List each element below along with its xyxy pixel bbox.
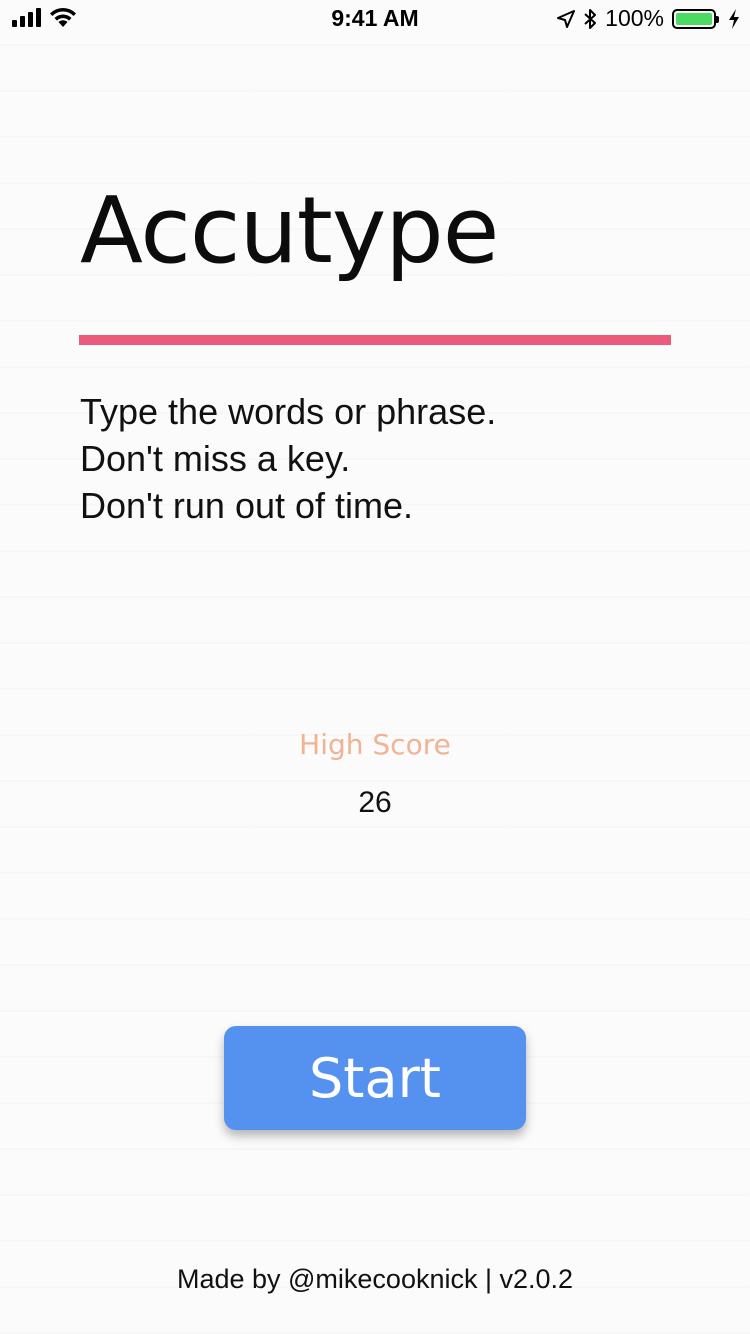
footer-credit: Made by @mikecooknick | v2.0.2 (176, 1264, 574, 1294)
instruction-line: Don't miss a key. (80, 438, 351, 479)
title-divider (79, 335, 671, 345)
high-score-value: 26 (358, 786, 392, 819)
instructions: Type the words or phrase. Don't miss a k… (80, 388, 496, 529)
battery-level (676, 12, 712, 25)
instruction-line: Type the words or phrase. (80, 391, 497, 432)
location-icon (557, 9, 576, 28)
battery-percent: 100% (605, 5, 664, 31)
charging-icon (729, 8, 739, 29)
status-right: 100% (557, 5, 740, 32)
status-bar: 9:41 AM 100% (0, 0, 750, 36)
start-button[interactable]: Start (224, 1026, 526, 1130)
battery-icon (672, 8, 719, 29)
high-score-label: High Score (299, 728, 451, 761)
bluetooth-icon (584, 8, 597, 29)
app-title: Accutype (80, 177, 499, 284)
instruction-line: Don't run out of time. (80, 485, 414, 526)
